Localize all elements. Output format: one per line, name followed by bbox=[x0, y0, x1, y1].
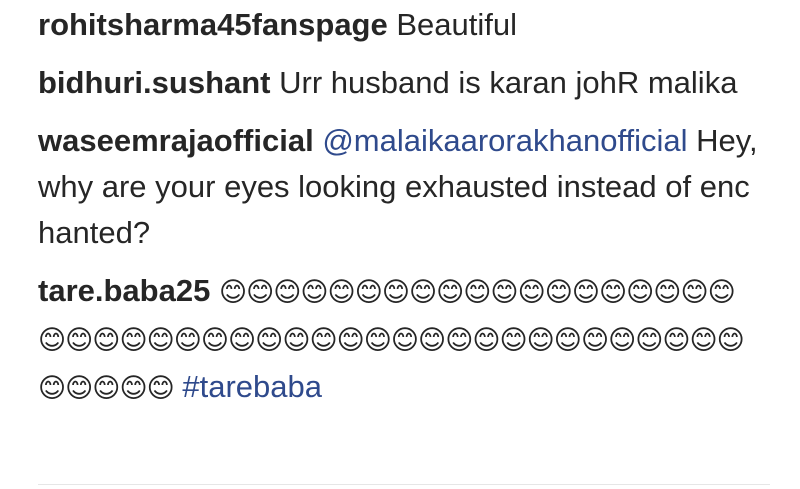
comment-username[interactable]: bidhuri.sushant bbox=[38, 65, 271, 100]
divider bbox=[38, 484, 770, 485]
comment-item: bidhuri.sushant Urr husband is karan joh… bbox=[38, 60, 758, 106]
comment-item: tare.baba25 😊😊😊😊😊😊😊😊😊😊😊😊😊😊😊😊😊😊😊😊😊😊😊😊😊😊😊😊… bbox=[38, 268, 758, 412]
comment-text: Beautiful bbox=[396, 7, 517, 42]
comment-item: rohitsharma45fanspage Beautiful bbox=[38, 2, 758, 48]
comment-text: Urr husband is karan johR malika bbox=[279, 65, 738, 100]
comment-username[interactable]: tare.baba25 bbox=[38, 273, 210, 308]
comment-list: rohitsharma45fanspage Beautiful bidhuri.… bbox=[38, 0, 758, 412]
comment-hashtag-link[interactable]: #tarebaba bbox=[182, 369, 322, 404]
comment-username[interactable]: rohitsharma45fanspage bbox=[38, 7, 388, 42]
comment-username[interactable]: waseemrajaofficial bbox=[38, 123, 314, 158]
comment-item: waseemrajaofficial @malaikaarorakhanoffi… bbox=[38, 118, 758, 256]
comment-mention-link[interactable]: @malaikaarorakhanofficial bbox=[322, 123, 687, 158]
